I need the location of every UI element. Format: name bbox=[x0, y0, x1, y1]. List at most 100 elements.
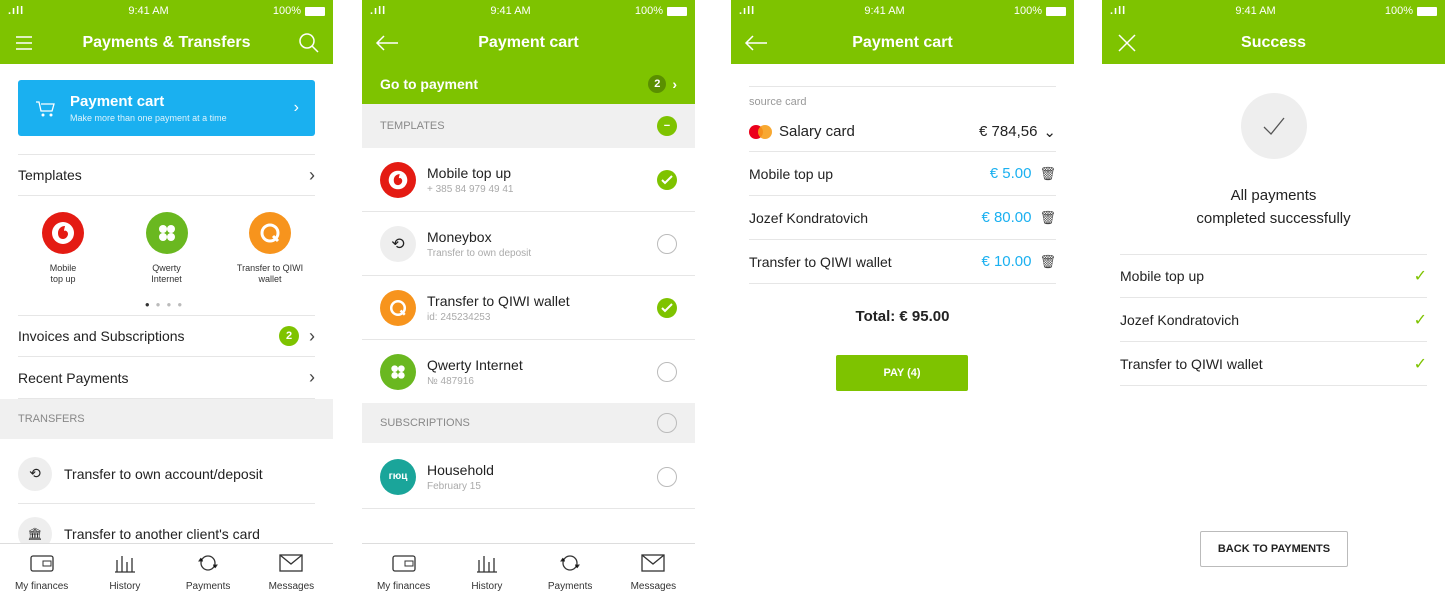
recent-label: Recent Payments bbox=[18, 369, 129, 386]
payment-row: Jozef Kondratovich € 80.00 🗑 bbox=[749, 196, 1056, 240]
wallet-icon bbox=[29, 555, 54, 572]
back-to-payments-button[interactable]: BACK TO PAYMENTS bbox=[1200, 531, 1348, 567]
close-icon[interactable] bbox=[1114, 31, 1140, 55]
checkbox-unchecked[interactable] bbox=[657, 466, 677, 487]
trash-icon[interactable]: 🗑 bbox=[1039, 254, 1056, 270]
page-title: Payment cart bbox=[852, 34, 953, 51]
battery-icon bbox=[666, 6, 687, 16]
success-message: All payments completed successfully bbox=[1196, 187, 1351, 228]
checkbox-unchecked[interactable] bbox=[657, 233, 677, 254]
template-item[interactable]: Qwerty Internet bbox=[122, 212, 212, 286]
envelope-icon bbox=[279, 554, 304, 572]
clover-icon bbox=[380, 353, 416, 390]
tab-my-finances[interactable]: My finances bbox=[369, 552, 439, 610]
recent-payments-row[interactable]: Recent Payments › bbox=[18, 357, 315, 399]
back-arrow-icon[interactable] bbox=[743, 31, 769, 55]
checkbox-checked[interactable] bbox=[657, 297, 677, 318]
templates-row[interactable]: Templates › bbox=[18, 154, 315, 196]
checkbox-unchecked[interactable] bbox=[657, 361, 677, 382]
templates-header: TEMPLATES − bbox=[362, 104, 695, 148]
tab-messages[interactable]: Messages bbox=[618, 552, 688, 610]
invoices-row[interactable]: Invoices and Subscriptions 2 › bbox=[18, 315, 315, 357]
battery-icon bbox=[1045, 6, 1066, 16]
transfer-own-row[interactable]: ⟲ Transfer to own account/deposit bbox=[18, 444, 315, 504]
template-item[interactable]: Mobile top up bbox=[18, 212, 108, 286]
vodafone-icon bbox=[380, 161, 416, 198]
menu-icon[interactable] bbox=[12, 31, 38, 55]
tab-my-finances[interactable]: My finances bbox=[7, 552, 77, 610]
signal-icon: .ıll bbox=[8, 5, 25, 17]
page-title: Payment cart bbox=[478, 34, 579, 51]
nav-bar: Payment cart bbox=[362, 22, 695, 64]
payment-row: Transfer to QIWI wallet € 10.00 🗑 bbox=[749, 240, 1056, 284]
tab-payments[interactable]: Payments bbox=[173, 552, 243, 610]
search-icon[interactable] bbox=[297, 31, 321, 55]
carousel-dots[interactable]: ●●●● bbox=[0, 300, 333, 309]
chevron-down-icon: ⌄ bbox=[1043, 123, 1056, 141]
templates-carousel: Mobile top up Qwerty Internet Transfer t… bbox=[18, 212, 315, 286]
cart-item[interactable]: Mobile top up + 385 84 979 49 41 bbox=[362, 148, 695, 212]
signal-icon: .ıll bbox=[1110, 5, 1127, 17]
status-time: 9:41 AM bbox=[1235, 5, 1276, 17]
transfer-arrows-icon: ⟲ bbox=[18, 456, 52, 491]
page-title: Payments & Transfers bbox=[82, 34, 251, 51]
transfer-own-label: Transfer to own account/deposit bbox=[64, 465, 263, 482]
chevron-right-icon: › bbox=[309, 164, 315, 185]
status-bar: .ıll 9:41 AM 100% bbox=[362, 0, 695, 22]
cart-item[interactable]: Transfer to QIWI wallet id: 245234253 bbox=[362, 276, 695, 340]
nav-bar: Success bbox=[1102, 22, 1445, 64]
battery-percent: 100% bbox=[634, 5, 663, 17]
cart-subtitle: Make more than one payment at a time bbox=[70, 113, 227, 123]
transfer-arrows-icon: ⟲ bbox=[380, 225, 416, 262]
source-card-select[interactable]: Salary card € 784,56 ⌄ bbox=[749, 112, 1056, 152]
checkbox-unchecked[interactable] bbox=[657, 413, 677, 433]
cart-icon bbox=[36, 101, 55, 117]
tab-messages[interactable]: Messages bbox=[256, 552, 326, 610]
subscription-item[interactable]: гюц Household February 15 bbox=[362, 445, 695, 509]
payment-cart-button[interactable]: Payment cart Make more than one payment … bbox=[18, 80, 315, 136]
tab-history[interactable]: History bbox=[452, 552, 522, 610]
trash-icon[interactable]: 🗑 bbox=[1039, 166, 1056, 182]
back-arrow-icon[interactable] bbox=[374, 31, 400, 55]
envelope-icon bbox=[641, 554, 666, 572]
screen-payment-cart-select: .ıll 9:41 AM 100% Payment cart Go to pay… bbox=[362, 0, 695, 610]
status-time: 9:41 AM bbox=[864, 5, 905, 17]
bar-chart-icon bbox=[114, 556, 135, 573]
wallet-icon bbox=[391, 555, 416, 572]
collapse-minus-icon[interactable]: − bbox=[657, 116, 677, 136]
payment-row: Mobile top up € 5.00 🗑 bbox=[749, 152, 1056, 196]
tab-history[interactable]: History bbox=[90, 552, 160, 610]
chevron-right-icon: › bbox=[293, 99, 299, 116]
transfer-client-label: Transfer to another client's card bbox=[64, 526, 260, 542]
pay-button[interactable]: PAY (4) bbox=[836, 355, 968, 391]
trash-icon[interactable]: 🗑 bbox=[1039, 210, 1056, 226]
card-balance: € 784,56 bbox=[979, 123, 1038, 140]
nav-bar: Payment cart bbox=[731, 22, 1074, 64]
go-to-payment-button[interactable]: Go to payment 2 › bbox=[362, 64, 695, 104]
cart-item[interactable]: ⟲ Moneybox Transfer to own deposit bbox=[362, 212, 695, 276]
template-item[interactable]: Transfer to QIWI wallet bbox=[225, 212, 315, 286]
checkmark-icon: ✓ bbox=[1413, 267, 1427, 285]
battery-icon bbox=[1416, 6, 1437, 16]
page-title: Success bbox=[1241, 34, 1306, 51]
checkbox-checked[interactable] bbox=[657, 169, 677, 190]
status-time: 9:41 AM bbox=[490, 5, 531, 17]
chevron-right-icon: › bbox=[309, 325, 315, 346]
template-caption: Transfer to QIWI wallet bbox=[236, 263, 304, 285]
tab-payments[interactable]: Payments bbox=[535, 552, 605, 610]
completed-item: Transfer to QIWI wallet ✓ bbox=[1120, 342, 1427, 386]
completed-item: Mobile top up ✓ bbox=[1120, 254, 1427, 298]
tab-bar: My finances History Payments Messages bbox=[0, 543, 333, 610]
cart-item[interactable]: Qwerty Internet № 487916 bbox=[362, 340, 695, 404]
checkmark-icon: ✓ bbox=[1413, 355, 1427, 373]
screen-payment-cart-review: .ıll 9:41 AM 100% Payment cart source ca… bbox=[731, 0, 1074, 610]
completed-item: Jozef Kondratovich ✓ bbox=[1120, 298, 1427, 342]
template-caption: Qwerty Internet bbox=[151, 263, 182, 285]
household-logo-icon: гюц bbox=[380, 458, 416, 495]
qiwi-icon bbox=[249, 212, 291, 254]
screen-success: .ıll 9:41 AM 100% Success All payments c… bbox=[1102, 0, 1445, 610]
status-bar: .ıll 9:41 AM 100% bbox=[0, 0, 333, 22]
total-amount: Total: € 95.00 bbox=[855, 308, 950, 325]
template-caption: Mobile top up bbox=[49, 263, 77, 285]
signal-icon: .ıll bbox=[370, 5, 387, 17]
